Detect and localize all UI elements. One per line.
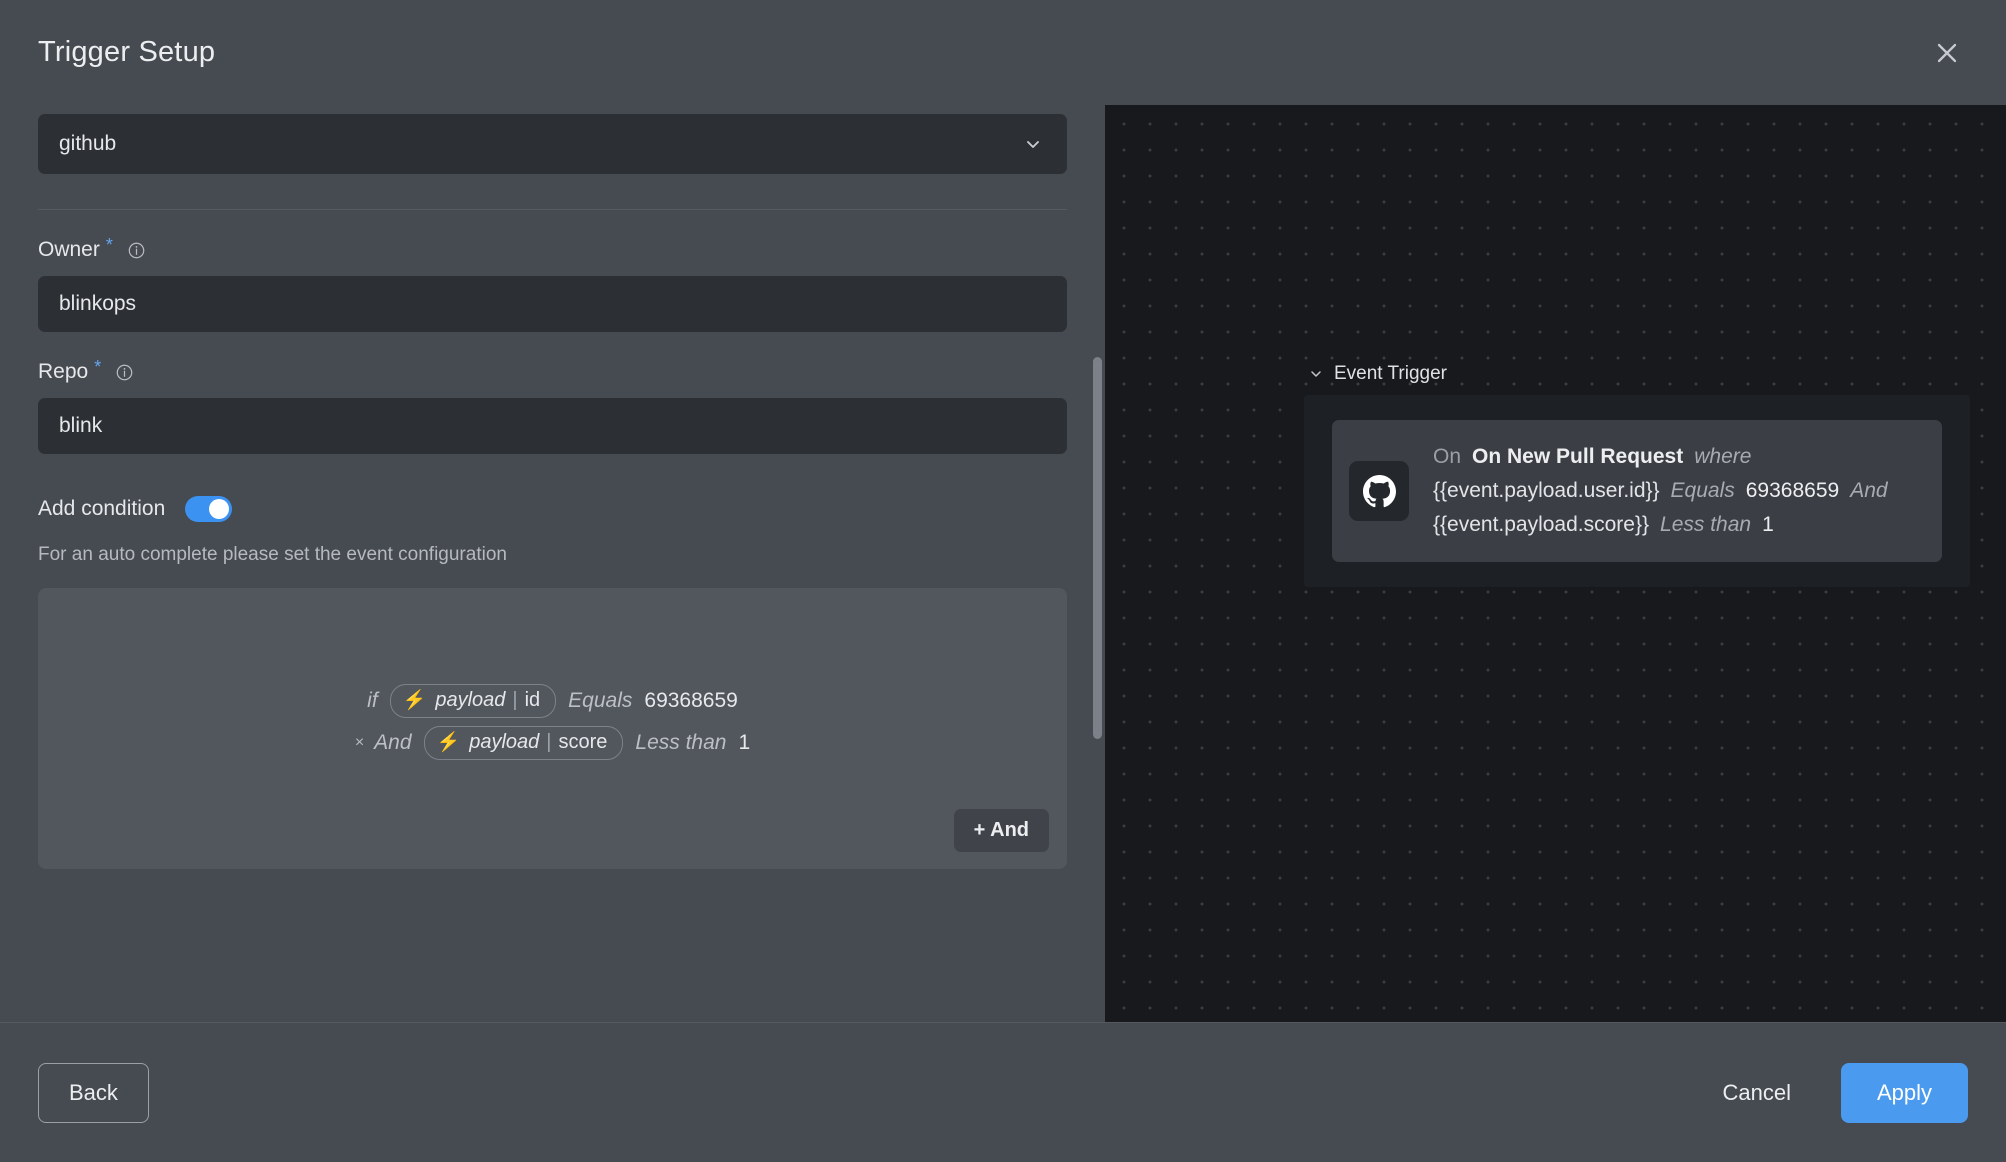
on-label: On — [1433, 445, 1462, 468]
info-icon[interactable] — [127, 241, 146, 260]
toggle-knob — [209, 499, 230, 519]
chip-key: score — [558, 731, 608, 753]
trigger-node-line-condition: {{event.payload.user.id}} Equals 6936865… — [1433, 479, 1888, 503]
condition-rows: if ⚡ payload | id Equals 69368659 × And … — [38, 684, 1067, 760]
integration-select-value: github — [59, 132, 117, 155]
condition-builder-panel: if ⚡ payload | id Equals 69368659 × And … — [38, 588, 1067, 869]
info-icon[interactable] — [115, 363, 134, 382]
workflow-canvas[interactable]: Event Trigger On On New Pull Request whe… — [1105, 105, 2006, 1022]
modal-body: github Owner * blinkops Repo * blink Add… — [0, 105, 2006, 1022]
trigger-form-pane: github Owner * blinkops Repo * blink Add… — [0, 105, 1105, 1022]
field-repo-label-row: Repo * — [38, 357, 1067, 384]
field-repo: Repo * blink — [38, 357, 1067, 454]
condition-operator: Less than — [1660, 513, 1752, 536]
trigger-node-text: On On New Pull Request where {{event.pay… — [1433, 445, 1888, 537]
cancel-button[interactable]: Cancel — [1718, 1070, 1794, 1116]
condition-value[interactable]: 69368659 — [644, 689, 737, 713]
integration-select[interactable]: github — [38, 114, 1067, 174]
github-icon — [1349, 461, 1409, 521]
field-owner-label: Owner — [38, 238, 100, 261]
lightning-bolt-icon: ⚡ — [402, 690, 427, 711]
add-condition-label: Add condition — [38, 497, 166, 520]
condition-prefix: if — [367, 689, 378, 712]
condition-conjunction: And — [1850, 479, 1888, 502]
field-repo-label: Repo — [38, 360, 89, 383]
where-label: where — [1694, 445, 1752, 468]
condition-operator[interactable]: Equals — [568, 689, 632, 713]
form-scrollbar[interactable] — [1093, 357, 1102, 739]
chip-source: payload — [435, 689, 506, 711]
chip-separator: | — [512, 689, 518, 711]
condition-row: × And ⚡ payload | score Less than 1 — [355, 726, 750, 760]
event-name: On New Pull Request — [1472, 445, 1684, 468]
condition-value[interactable]: 1 — [738, 731, 750, 755]
repo-input[interactable]: blink — [38, 398, 1067, 454]
remove-condition-icon[interactable]: × — [355, 735, 364, 751]
add-and-button[interactable]: + And — [953, 809, 1049, 852]
trigger-node-line-event: On On New Pull Request where — [1433, 445, 1888, 469]
page-title: Trigger Setup — [38, 36, 216, 68]
condition-prefix: And — [374, 731, 412, 754]
event-trigger-group-container: On On New Pull Request where {{event.pay… — [1304, 395, 1970, 587]
event-trigger-group-header[interactable]: Event Trigger — [1308, 363, 1447, 385]
owner-input-value: blinkops — [59, 292, 137, 315]
trigger-node-card[interactable]: On On New Pull Request where {{event.pay… — [1332, 420, 1942, 562]
chip-source: payload — [469, 731, 540, 753]
add-condition-toggle[interactable] — [185, 496, 233, 522]
condition-operator: Equals — [1670, 479, 1735, 502]
chevron-down-icon — [1308, 366, 1324, 382]
form-divider — [38, 209, 1067, 210]
footer-actions: Cancel Apply — [1718, 1062, 1968, 1123]
apply-button[interactable]: Apply — [1840, 1062, 1968, 1123]
condition-value: 69368659 — [1745, 479, 1840, 502]
modal-header: Trigger Setup — [0, 0, 2006, 105]
condition-operator[interactable]: Less than — [635, 731, 726, 755]
required-marker: * — [105, 235, 113, 255]
condition-value: 1 — [1762, 513, 1774, 536]
condition-hint: For an auto complete please set the even… — [38, 544, 507, 565]
event-trigger-group-label: Event Trigger — [1334, 363, 1447, 384]
lightning-bolt-icon: ⚡ — [436, 732, 461, 753]
modal-footer: Back Cancel Apply — [0, 1022, 2006, 1162]
field-owner-label-row: Owner * — [38, 235, 1067, 262]
condition-expression: {{event.payload.user.id}} — [1433, 479, 1660, 502]
chip-separator: | — [546, 731, 552, 753]
condition-row: if ⚡ payload | id Equals 69368659 — [367, 684, 738, 718]
close-icon[interactable] — [1926, 32, 1968, 74]
field-owner: Owner * blinkops — [38, 235, 1067, 332]
trigger-node-line-condition: {{event.payload.score}} Less than 1 — [1433, 513, 1888, 537]
add-condition-row: Add condition — [38, 496, 1067, 522]
back-button[interactable]: Back — [38, 1062, 149, 1123]
payload-chip[interactable]: ⚡ payload | id — [389, 684, 557, 718]
condition-expression: {{event.payload.score}} — [1433, 513, 1650, 536]
owner-input[interactable]: blinkops — [38, 276, 1067, 332]
required-marker: * — [94, 357, 102, 377]
payload-chip[interactable]: ⚡ payload | score — [423, 726, 624, 760]
repo-input-value: blink — [59, 414, 103, 437]
chevron-down-icon — [1023, 134, 1043, 154]
chip-key: id — [524, 689, 541, 711]
